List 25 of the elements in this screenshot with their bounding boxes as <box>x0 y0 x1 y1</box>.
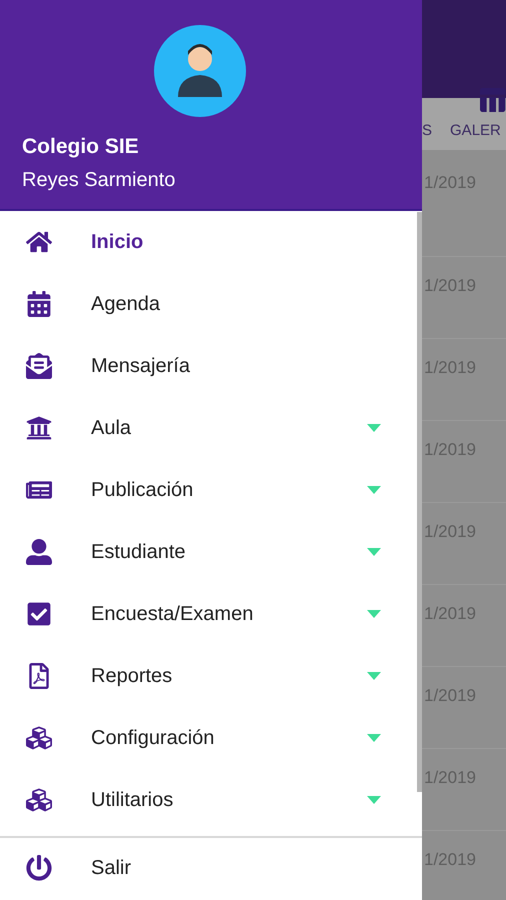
envelope-icon <box>26 353 52 379</box>
menu-label: Aula <box>91 416 132 441</box>
menu-label: Publicación <box>91 478 194 503</box>
menu-label: Estudiante <box>91 540 187 565</box>
power-icon <box>26 855 52 881</box>
menu-label: Agenda <box>91 292 161 317</box>
checkbox-icon <box>26 601 52 627</box>
menu-label: Utilitarios <box>91 788 174 813</box>
logout-label: Salir <box>91 856 132 881</box>
tab[interactable]: GALER <box>450 122 501 140</box>
calendar-icon <box>26 291 52 317</box>
menu-label: Configuración <box>91 726 216 751</box>
person-icon <box>26 539 52 565</box>
cubes-icon <box>26 787 52 813</box>
menu-label: Mensajería <box>91 354 191 379</box>
menu-label: Inicio <box>91 230 144 255</box>
building-icon <box>26 415 52 441</box>
school-name: Colegio SIE <box>22 134 140 160</box>
menu-label: Encuesta/Examen <box>91 602 254 627</box>
logout-item[interactable]: Salir <box>0 838 422 898</box>
user-name: Reyes Sarmiento <box>22 168 176 192</box>
cubes-icon <box>26 725 52 751</box>
tab[interactable]: S <box>422 122 432 140</box>
menu-label: Reportes <box>91 664 174 689</box>
home-icon <box>26 229 52 255</box>
